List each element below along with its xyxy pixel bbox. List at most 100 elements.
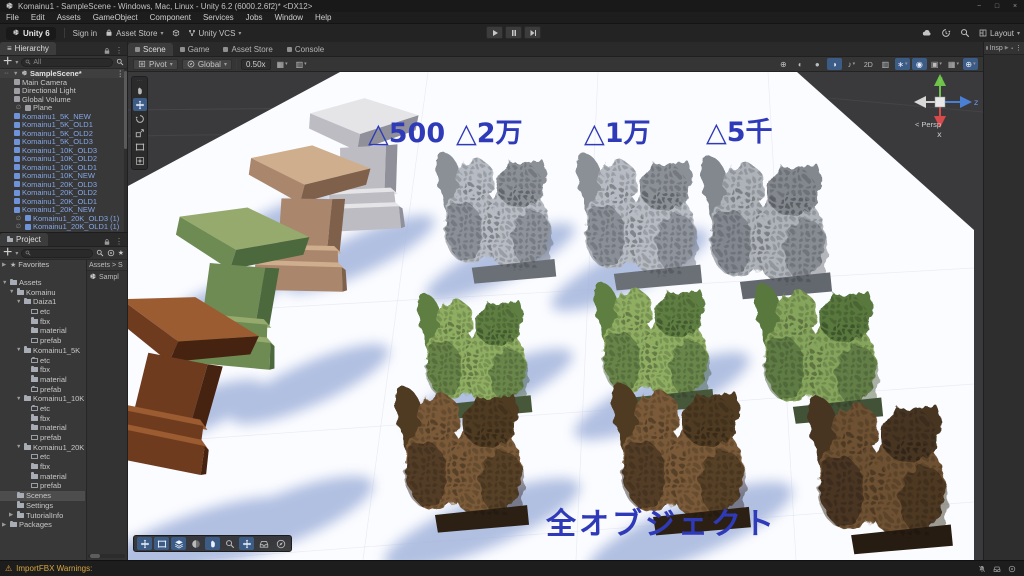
package-manager-button[interactable] [172,29,180,37]
grid-size-field[interactable]: 0.50x [240,58,271,70]
menu-item[interactable]: Component [150,13,191,22]
minimize-button[interactable]: − [970,0,988,12]
expand-icon[interactable]: ▶ [1005,45,1009,51]
step-button[interactable] [524,26,541,39]
project-folder-row[interactable]: ▼ Komainu1_10K [0,394,85,404]
hierarchy-item[interactable]: Komainu1_5K_OLD3 [0,137,127,146]
scene-tool-button[interactable] [810,58,825,70]
transform-tool-button[interactable] [133,154,147,167]
maximize-button[interactable]: □ [988,0,1006,12]
hierarchy-item[interactable]: Global Volume [0,95,127,104]
project-folder-row[interactable]: ▼ Assets [0,278,85,288]
project-folder-row[interactable]: Settings [0,501,85,511]
move-tool-button[interactable] [132,98,147,111]
rect-tool-button[interactable] [133,140,147,153]
expand-arrow-icon[interactable]: ▶ [2,262,8,268]
play-button[interactable] [486,26,503,39]
hierarchy-item[interactable]: Komainu1_10K_OLD2 [0,154,127,163]
menu-item[interactable]: Edit [31,13,45,22]
projection-mode-label[interactable]: < Persp [915,120,941,129]
lock-icon[interactable] [1011,45,1013,51]
project-folder-row[interactable]: etc [0,307,85,317]
hierarchy-scrollbar[interactable] [124,69,127,232]
pan-overlay-button[interactable] [239,537,254,550]
move-overlay-button[interactable] [137,537,152,550]
hierarchy-item[interactable]: Komainu1_5K_OLD1 [0,120,127,129]
hierarchy-item[interactable]: Main Camera [0,78,127,87]
project-folder-row[interactable]: prefab [0,433,85,443]
scene-tool-button[interactable] [776,58,791,70]
snap-settings-menu[interactable]: ▾ [294,58,309,70]
lock-icon[interactable] [103,47,111,55]
project-folder-row[interactable]: ▼ Daiza1 [0,297,85,307]
view-tab[interactable]: Console [280,43,331,56]
scene-visibility-toggle[interactable]: ◦◦ [2,71,11,77]
grid-overlay-button[interactable] [171,537,186,550]
scene-tool-button[interactable]: ▾ [963,58,978,70]
undo-history-icon[interactable] [941,28,951,38]
project-folder-row[interactable]: ▶ ★ Favorites [0,260,85,270]
console-warning[interactable]: ⚠ ImportFBX Warnings: [0,564,92,573]
hierarchy-item[interactable]: Komainu1_5K_OLD2 [0,129,127,138]
scene-tool-button[interactable]: ▾ [894,58,910,70]
view-tab[interactable]: Asset Store [216,43,279,56]
project-folder-row[interactable]: material [0,326,85,336]
project-folder-row[interactable]: prefab [0,336,85,346]
expand-arrow-icon[interactable]: ▼ [16,396,22,402]
hierarchy-scene-row[interactable]: ◦◦ ▼ SampleScene* ⋮ [0,69,127,78]
scene-tool-button[interactable] [826,58,842,70]
global-toggle[interactable]: Global ▾ [181,58,232,70]
search-by-type-icon[interactable] [116,58,124,66]
unity-version-badge[interactable]: Unity 6 [6,26,56,40]
scene-tool-button[interactable]: ▾ [844,58,859,70]
panel-menu-icon[interactable]: ⋮ [115,46,123,55]
overlay-grip-handle[interactable]: ⋯ [137,79,142,84]
collapse-arrow-icon[interactable]: ▼ [13,71,19,77]
project-folder-row[interactable]: etc [0,355,85,365]
close-button[interactable]: × [1006,0,1024,12]
render-mode-button[interactable] [188,537,203,550]
menu-item[interactable]: File [6,13,19,22]
project-folder-row[interactable]: fbx [0,316,85,326]
project-folder-row[interactable]: ▶ Packages [0,520,85,530]
grid-visual-menu[interactable]: ▾ [275,58,290,70]
hand-overlay-button[interactable] [205,537,220,550]
menu-item[interactable]: Services [203,13,234,22]
expand-arrow-icon[interactable]: ▼ [9,289,15,295]
menu-item[interactable]: Jobs [246,13,263,22]
hierarchy-item[interactable]: Komainu1_10K_OLD1 [0,163,127,172]
hierarchy-item[interactable]: Komainu1_20K_OLD1 [0,197,127,206]
hierarchy-item[interactable]: Komainu1_10K_NEW [0,171,127,180]
scene-tool-button[interactable] [911,58,927,70]
breadcrumb[interactable]: Assets > S [87,260,127,271]
hierarchy-item[interactable]: Komainu1_10K_OLD3 [0,146,127,155]
hierarchy-item[interactable]: Komainu1_5K_NEW [0,112,127,121]
menu-item[interactable]: Window [275,13,303,22]
panel-menu-icon[interactable]: ⋮ [1015,44,1022,52]
layout-dropdown[interactable]: Layout ▾ [979,29,1020,38]
project-folder-row[interactable]: fbx [0,462,85,472]
project-horizontal-scrollbar[interactable] [88,554,125,558]
hierarchy-item[interactable]: ∅ Plane [0,103,127,112]
project-folder-row[interactable]: ▼ Komainu [0,287,85,297]
search-icon[interactable] [960,28,970,38]
project-folder-row[interactable]: ▼ Komainu1_20K [0,442,85,452]
project-folder-row[interactable]: Scenes [0,490,85,501]
view-tab[interactable]: Scene [128,43,173,56]
menu-item[interactable]: GameObject [93,13,138,22]
project-folder-row[interactable]: prefab [0,384,85,394]
inspector-tab[interactable]: Insp [990,45,1003,52]
layers-overlay-button[interactable] [256,537,271,550]
notifications-muted-icon[interactable] [978,565,986,573]
hierarchy-search-input[interactable]: All [21,57,113,67]
pause-button[interactable] [505,26,522,39]
hierarchy-item[interactable]: Directional Light [0,86,127,95]
background-tasks-icon[interactable] [993,565,1001,573]
project-folder-row[interactable]: material [0,423,85,433]
zoom-overlay-button[interactable] [222,537,237,550]
scale-tool-button[interactable] [133,126,147,139]
expand-arrow-icon[interactable]: ▼ [16,347,22,353]
project-folder-row[interactable]: material [0,375,85,385]
view-tool-button[interactable] [133,84,147,97]
scene-tool-button[interactable]: ▾ [946,58,961,70]
